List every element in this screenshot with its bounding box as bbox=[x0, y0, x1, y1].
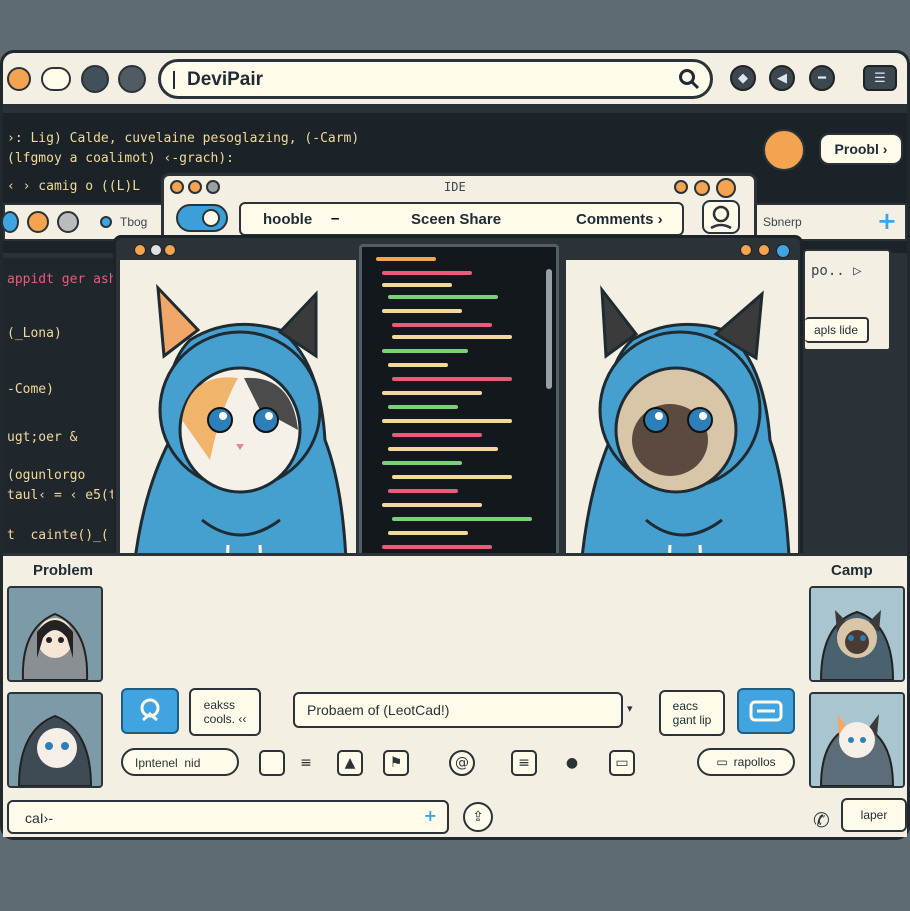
at-icon[interactable]: @ bbox=[449, 750, 475, 776]
shield-icon[interactable]: ◆ bbox=[730, 65, 756, 91]
side-code-line: (_Lona) bbox=[7, 326, 62, 341]
side-code-line: ugt;oer & bbox=[7, 430, 78, 445]
interest-field-text: Ipntenel nid bbox=[135, 756, 201, 770]
ide-toolbar: IDE hooble – Sceen Share Comments › bbox=[161, 173, 757, 243]
align-icon[interactable]: ≡ bbox=[511, 750, 537, 776]
problem-field-text: Probaem of (LeotCad!) bbox=[307, 702, 450, 718]
right-panel-chip-label: apls lide bbox=[813, 323, 859, 337]
chat-input[interactable]: caI›- + bbox=[7, 800, 449, 834]
code-line: (lfgmoy a coalimot) ‹-grach): bbox=[7, 151, 234, 166]
ide-dot-orange[interactable] bbox=[716, 178, 736, 198]
problem-field[interactable]: Probaem of (LeotCad!) bbox=[293, 692, 623, 728]
leave-button-label: laper bbox=[860, 808, 888, 822]
camp-label: Camp bbox=[831, 562, 873, 579]
participant-thumb-1[interactable] bbox=[7, 586, 103, 682]
tag-chip-left[interactable]: eakss cools. ‹‹ bbox=[189, 688, 261, 736]
video-top-right-dots bbox=[736, 244, 796, 258]
code-scrollbar[interactable] bbox=[546, 269, 552, 389]
toggle-knob bbox=[202, 209, 220, 227]
ide-dot-orange[interactable] bbox=[170, 180, 184, 194]
window-close-dot[interactable] bbox=[7, 67, 31, 91]
tag-chip-right[interactable]: eacs gant lip bbox=[659, 690, 725, 736]
search-icon[interactable] bbox=[678, 68, 700, 90]
problem-header-label: Proobl › bbox=[834, 141, 888, 157]
ide-title: IDE bbox=[444, 180, 466, 194]
window-dark-dot[interactable] bbox=[81, 65, 109, 93]
right-panel: po.. ▷ apls lide bbox=[803, 249, 891, 351]
side-code-line: -Come) bbox=[7, 382, 54, 397]
cursor-bar bbox=[173, 71, 175, 89]
tag-chip-left-label: eakss cools. ‹‹ bbox=[203, 698, 247, 726]
drop-icon[interactable]: ● bbox=[559, 750, 585, 776]
ide-toggle[interactable] bbox=[176, 204, 228, 232]
problem-header-button[interactable]: Proobl › bbox=[819, 133, 903, 165]
ide-dot-orange[interactable] bbox=[188, 180, 202, 194]
user-icon[interactable] bbox=[702, 200, 740, 234]
tab-comments[interactable]: Comments › bbox=[576, 211, 663, 228]
checkbox-icon[interactable] bbox=[259, 750, 285, 776]
status-orange-icon[interactable] bbox=[763, 129, 805, 171]
window-extra-dot[interactable] bbox=[118, 65, 146, 93]
triangle-icon[interactable]: ▲ bbox=[337, 750, 363, 776]
list-icon[interactable]: ≡ bbox=[293, 750, 319, 776]
right-tab-label[interactable]: Sbnerp bbox=[763, 215, 802, 229]
repos-button-label: rapollos bbox=[733, 755, 776, 769]
menu-icon[interactable]: ☰ bbox=[863, 65, 897, 91]
participant-thumb-4[interactable] bbox=[809, 692, 905, 788]
left-dot-small bbox=[100, 216, 112, 228]
back-icon[interactable]: ◀ bbox=[769, 65, 795, 91]
send-icon[interactable]: + bbox=[424, 806, 437, 825]
address-bar[interactable]: DeviPair bbox=[158, 59, 713, 99]
left-dot-blue bbox=[1, 211, 19, 233]
browser-toolbar: DeviPair ◆ ◀ ━ ☰ bbox=[3, 53, 907, 107]
side-code-line: t cainte()_( bbox=[7, 528, 109, 543]
right-panel-chip[interactable]: apls lide bbox=[805, 317, 869, 343]
left-dot-orange bbox=[27, 211, 49, 233]
minus-icon[interactable]: ━ bbox=[809, 65, 835, 91]
problem-label: Problem bbox=[33, 562, 94, 579]
side-code-line: taul‹ = ‹ e5(t bbox=[7, 488, 117, 503]
ide-dot-grey[interactable] bbox=[206, 180, 220, 194]
phone-icon[interactable]: ✆ bbox=[813, 808, 830, 832]
code-line: ‹ › camig o ((L)L bbox=[7, 179, 141, 194]
plus-icon[interactable]: + bbox=[877, 207, 897, 235]
chevron-down-icon[interactable]: ▾ bbox=[627, 702, 633, 715]
app-name: DeviPair bbox=[187, 69, 264, 90]
ide-tab-bar: hooble – Sceen Share Comments › bbox=[239, 202, 684, 236]
window-icon[interactable]: ▭ bbox=[609, 750, 635, 776]
tab-divider: – bbox=[331, 210, 340, 227]
right-panel-text: po.. ▷ bbox=[811, 263, 862, 279]
ide-dot-orange[interactable] bbox=[694, 180, 710, 196]
tab-screen-share[interactable]: Sceen Share bbox=[411, 211, 501, 228]
tag-chip-right-label: eacs gant lip bbox=[672, 699, 712, 727]
side-code-panel: appidt ger ash (_Lona) -Come) ugt;oer & … bbox=[3, 258, 123, 598]
left-dot-grey bbox=[57, 211, 79, 233]
app-window: DeviPair ◆ ◀ ━ ☰ ›: Lig) Calde, cuvelain… bbox=[0, 50, 910, 840]
chat-input-text: caI›- bbox=[25, 810, 53, 826]
leave-button[interactable]: laper bbox=[841, 798, 907, 832]
user-action-button[interactable] bbox=[121, 688, 179, 734]
ide-dot-orange[interactable] bbox=[674, 180, 688, 194]
interest-field[interactable]: Ipntenel nid bbox=[121, 748, 239, 776]
repos-button[interactable]: ▭ rapollos bbox=[697, 748, 795, 776]
tab-hooble[interactable]: hooble bbox=[263, 211, 312, 228]
code-line: ›: Lig) Calde, cuvelaine pesoglazing, (-… bbox=[7, 131, 360, 146]
left-tab-label[interactable]: Tbog bbox=[120, 215, 147, 229]
bottom-panel: Problem Camp eakss cools. ‹‹ Probaem of … bbox=[3, 553, 907, 837]
participant-thumb-2[interactable] bbox=[7, 692, 103, 788]
side-code-line: appidt ger ash bbox=[7, 272, 117, 287]
chat-action-button[interactable] bbox=[737, 688, 795, 734]
repos-icon: ▭ bbox=[716, 755, 728, 769]
side-code-line: (ogunlorgo bbox=[7, 468, 86, 483]
participant-thumb-3[interactable] bbox=[809, 586, 905, 682]
share-icon[interactable]: ⇪ bbox=[463, 802, 493, 832]
flag-icon[interactable]: ⚑ bbox=[383, 750, 409, 776]
video-window-dots bbox=[120, 244, 180, 258]
window-minimize-dot[interactable] bbox=[41, 67, 71, 91]
